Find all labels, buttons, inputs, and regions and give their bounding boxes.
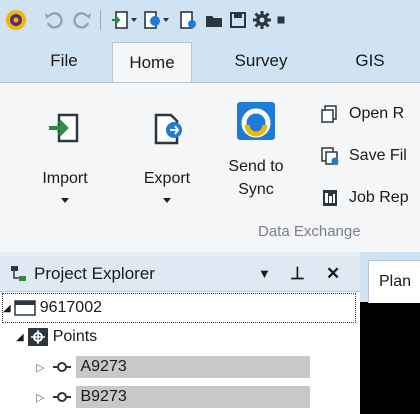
point-marker-icon [52,359,72,375]
tree-item[interactable]: ▷ B9273 [36,383,311,411]
job-report-icon [319,187,341,209]
tree-points-label: Points [52,328,98,345]
project-explorer-icon [10,265,28,288]
panel-dropdown-icon[interactable]: ▼ [258,257,271,291]
app-logo-icon[interactable] [4,8,28,32]
job-report-button[interactable]: Job Rep [319,183,409,213]
import-label: Import [42,170,88,187]
send-to-sync-label-line1: Send to [228,158,284,175]
open-folder-icon[interactable] [202,8,226,32]
tree-item[interactable]: ▷ A9273 [36,353,311,381]
save-file-button[interactable]: Save Fil [319,141,407,171]
export-icon [147,109,187,149]
tree-item-label: B9273 [76,386,311,408]
import-button[interactable]: Import [30,109,100,203]
import-icon [45,109,85,149]
settings-icon[interactable] [250,8,274,32]
tab-file[interactable]: File [42,40,86,82]
ribbon-tabs: File Home Survey GIS [0,40,420,83]
chevron-down-icon[interactable] [128,8,140,32]
job-report-label: Job Rep [349,189,409,206]
tree-item-label: A9273 [76,356,311,378]
send-to-sync-button[interactable]: Send to Sync [224,101,288,201]
tab-gis[interactable]: GIS [348,40,392,82]
sync-icon [236,101,276,141]
points-icon [27,327,49,347]
pin-icon[interactable]: ⊥ [290,257,305,291]
chevron-down-icon [163,198,171,203]
quick-access-toolbar [0,0,420,40]
new-doc-icon[interactable] [176,8,200,32]
project-explorer-header: Project Explorer ▼ ⊥ ✕ [0,257,360,292]
expand-collapsed-icon: ▷ [36,391,45,404]
ribbon-panel: Import Export Send to Sync Open R Save F… [0,82,420,254]
redo-icon[interactable] [70,8,94,32]
save-file-icon [319,145,341,167]
open-report-button[interactable]: Open R [319,99,404,129]
chevron-down-icon [61,198,69,203]
overflow-icon[interactable] [276,8,286,32]
export-label: Export [143,170,191,187]
tab-survey[interactable]: Survey [228,40,294,82]
project-tree: ◢ 9617002 ◢ Points ▷ A9273 ▷ B9273 [0,293,360,414]
toolbar-divider [100,10,101,30]
tab-plan[interactable]: Plan [368,260,420,303]
point-marker-icon [52,389,72,405]
expand-collapsed-icon: ▷ [36,361,45,374]
group-label-data-exchange: Data Exchange [258,223,361,240]
tree-points-node[interactable]: ◢ Points [16,323,97,351]
project-explorer-title: Project Explorer [34,264,155,283]
open-report-label: Open R [349,105,405,122]
save-file-label: Save Fil [349,147,407,164]
tree-root[interactable]: ◢ 9617002 [2,293,356,323]
expand-triangle-icon: ◢ [3,302,11,314]
open-report-icon [319,103,341,125]
export-button[interactable]: Export [132,109,202,203]
expand-triangle-icon: ◢ [16,331,24,343]
undo-icon[interactable] [42,8,66,32]
tree-root-label: 9617002 [39,299,102,316]
project-icon [13,299,36,317]
tab-home[interactable]: Home [112,42,192,83]
save-icon[interactable] [226,8,250,32]
send-to-sync-label-line2: Sync [238,181,274,198]
close-icon[interactable]: ✕ [326,257,340,291]
chevron-down-icon[interactable] [160,8,172,32]
